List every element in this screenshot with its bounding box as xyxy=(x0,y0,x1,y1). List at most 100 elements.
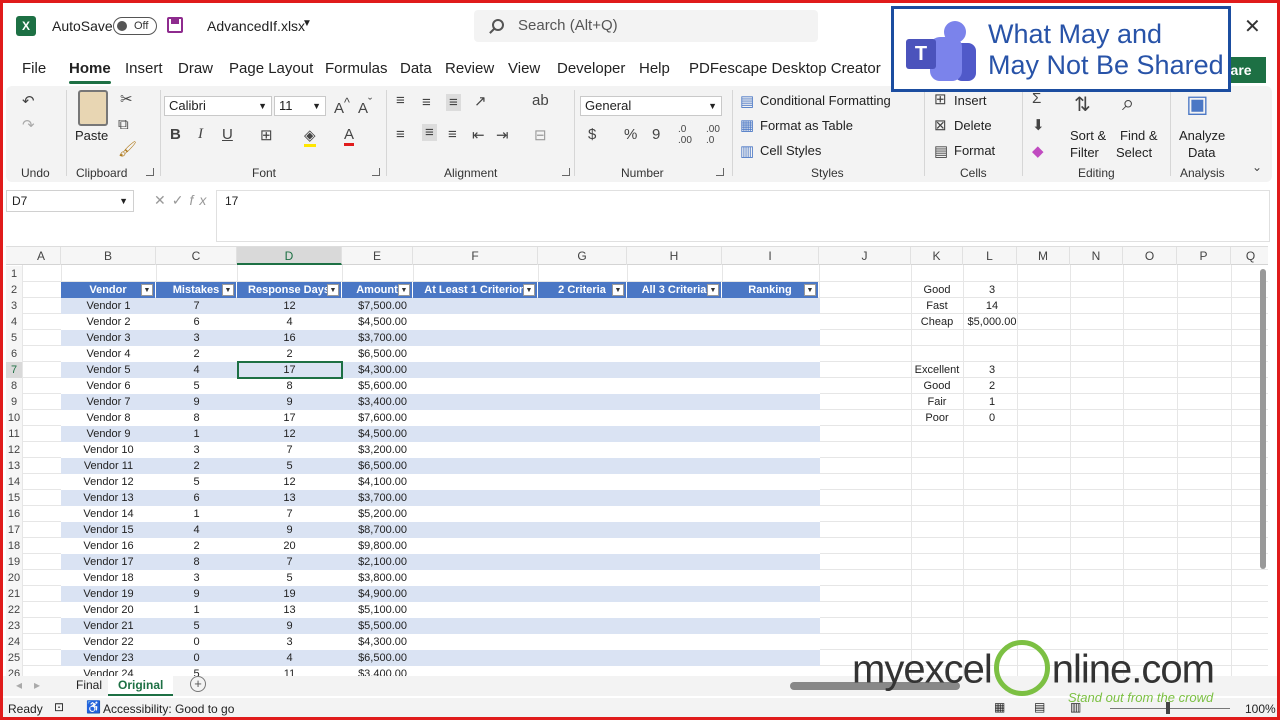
increase-decimal-icon[interactable]: .0.00 xyxy=(678,124,692,146)
table-cell[interactable]: 13 xyxy=(237,490,342,506)
table-cell[interactable]: Vendor 24 xyxy=(61,666,156,676)
table-cell[interactable]: Vendor 1 xyxy=(61,298,156,314)
row-header-4[interactable]: 4 xyxy=(6,314,22,330)
table-cell[interactable]: $4,100.00 xyxy=(342,474,413,490)
table-cell[interactable]: $5,100.00 xyxy=(342,602,413,618)
row-header-25[interactable]: 25 xyxy=(6,650,22,666)
table-cell[interactable]: 7 xyxy=(237,506,342,522)
zoom-slider[interactable] xyxy=(1110,708,1230,709)
filter-dropdown-icon[interactable]: ▼ xyxy=(804,284,816,296)
font-size-select[interactable]: 11 ▼ xyxy=(274,96,326,116)
table-cell[interactable]: 11 xyxy=(237,666,342,676)
row-header-18[interactable]: 18 xyxy=(6,538,22,554)
table-cell[interactable]: 4 xyxy=(237,650,342,666)
scroll-tabs-right-icon[interactable]: ▸ xyxy=(34,678,40,692)
criteria-value[interactable]: 14 xyxy=(963,298,1021,314)
table-header[interactable]: Amount ▼ xyxy=(342,282,412,298)
tab-draw[interactable]: Draw xyxy=(178,60,213,77)
row-header-8[interactable]: 8 xyxy=(6,378,22,394)
find-select-button[interactable]: Find & xyxy=(1120,128,1158,143)
table-cell[interactable]: 6 xyxy=(156,490,237,506)
table-cell[interactable]: 17 xyxy=(237,410,342,426)
clear-icon[interactable]: ◆ xyxy=(1032,142,1044,160)
row-header-24[interactable]: 24 xyxy=(6,634,22,650)
row-header-11[interactable]: 11 xyxy=(6,426,22,442)
zoom-level[interactable]: 100% xyxy=(1245,702,1276,716)
cell-styles-icon[interactable]: ▥ xyxy=(740,142,754,160)
criteria-value[interactable]: 3 xyxy=(963,282,1021,298)
merge-icon[interactable]: ⊟ xyxy=(534,126,547,144)
redo-icon[interactable]: ↷ xyxy=(22,116,35,134)
row-header-6[interactable]: 6 xyxy=(6,346,22,362)
row-header-7[interactable]: 7 xyxy=(6,362,22,378)
borders-icon[interactable]: ⊞ xyxy=(260,126,273,144)
align-top-icon[interactable]: ≡ xyxy=(396,92,405,109)
table-header[interactable]: All 3 Criteria ▼ xyxy=(627,282,721,298)
increase-font-icon[interactable]: A^ xyxy=(334,96,350,117)
table-cell[interactable]: $3,200.00 xyxy=(342,442,413,458)
close-icon[interactable]: ✕ xyxy=(1244,14,1261,39)
table-header[interactable]: Ranking ▼ xyxy=(722,282,818,298)
table-cell[interactable]: 2 xyxy=(156,346,237,362)
table-cell[interactable]: 1 xyxy=(156,506,237,522)
find-select-button-line2[interactable]: Select xyxy=(1116,145,1152,160)
table-cell[interactable]: Vendor 12 xyxy=(61,474,156,490)
table-cell[interactable]: 1 xyxy=(156,426,237,442)
align-left-icon[interactable]: ≡ xyxy=(396,126,405,143)
autosave-toggle[interactable]: Off xyxy=(113,17,157,35)
table-cell[interactable]: Vendor 21 xyxy=(61,618,156,634)
table-cell[interactable]: $5,500.00 xyxy=(342,618,413,634)
comma-icon[interactable]: 9 xyxy=(652,126,660,143)
accessibility-icon[interactable]: ♿ xyxy=(86,700,101,714)
table-cell[interactable]: 13 xyxy=(237,602,342,618)
format-cells-button[interactable]: Format xyxy=(954,143,995,158)
table-cell[interactable]: 12 xyxy=(237,298,342,314)
table-cell[interactable]: $3,400.00 xyxy=(342,666,413,676)
column-header-m[interactable]: M xyxy=(1017,247,1070,265)
table-cell[interactable]: $4,300.00 xyxy=(342,634,413,650)
font-launcher-icon[interactable] xyxy=(372,168,380,176)
table-cell[interactable]: $3,700.00 xyxy=(342,490,413,506)
table-cell[interactable]: 1 xyxy=(156,602,237,618)
column-header-g[interactable]: G xyxy=(538,247,627,265)
table-cell[interactable]: Vendor 18 xyxy=(61,570,156,586)
row-header-10[interactable]: 10 xyxy=(6,410,22,426)
criteria-value[interactable]: $5,000.00 xyxy=(963,314,1021,330)
table-cell[interactable]: $7,500.00 xyxy=(342,298,413,314)
table-cell[interactable]: $4,500.00 xyxy=(342,314,413,330)
wrap-text-icon[interactable]: ab xyxy=(532,92,549,109)
sheet-tab-final[interactable]: Final xyxy=(66,676,112,696)
tab-file[interactable]: File xyxy=(22,60,46,77)
autosum-icon[interactable]: Σ xyxy=(1032,90,1041,107)
row-header-14[interactable]: 14 xyxy=(6,474,22,490)
criteria-label[interactable]: Fast xyxy=(911,298,963,314)
table-cell[interactable]: 3 xyxy=(156,442,237,458)
table-cell[interactable]: Vendor 5 xyxy=(61,362,156,378)
criteria-label[interactable]: Excellent xyxy=(911,362,963,378)
table-cell[interactable]: $5,600.00 xyxy=(342,378,413,394)
save-icon[interactable] xyxy=(167,17,183,33)
criteria-value[interactable]: 2 xyxy=(963,378,1021,394)
tab-page-layout[interactable]: Page Layout xyxy=(229,60,313,77)
table-cell[interactable]: Vendor 17 xyxy=(61,554,156,570)
filter-dropdown-icon[interactable]: ▼ xyxy=(327,284,339,296)
table-cell[interactable]: $2,100.00 xyxy=(342,554,413,570)
table-cell[interactable]: 0 xyxy=(156,650,237,666)
row-header-9[interactable]: 9 xyxy=(6,394,22,410)
row-header-5[interactable]: 5 xyxy=(6,330,22,346)
decrease-indent-icon[interactable]: ⇤ xyxy=(472,126,485,144)
sort-filter-icon[interactable]: ⇅ xyxy=(1074,92,1091,117)
format-as-table-icon[interactable]: ▦ xyxy=(740,116,754,134)
tab-formulas[interactable]: Formulas xyxy=(325,60,388,77)
table-cell[interactable]: Vendor 9 xyxy=(61,426,156,442)
table-header[interactable]: At Least 1 Criterion ▼ xyxy=(413,282,537,298)
column-header-l[interactable]: L xyxy=(963,247,1017,265)
table-cell[interactable]: 5 xyxy=(237,570,342,586)
table-cell[interactable]: 3 xyxy=(237,634,342,650)
font-name-select[interactable]: Calibri ▼ xyxy=(164,96,272,116)
table-cell[interactable]: 20 xyxy=(237,538,342,554)
table-cell[interactable]: 5 xyxy=(156,378,237,394)
table-cell[interactable]: $5,200.00 xyxy=(342,506,413,522)
orientation-icon[interactable]: ↗ xyxy=(474,92,487,110)
tab-home[interactable]: Home xyxy=(69,60,111,84)
